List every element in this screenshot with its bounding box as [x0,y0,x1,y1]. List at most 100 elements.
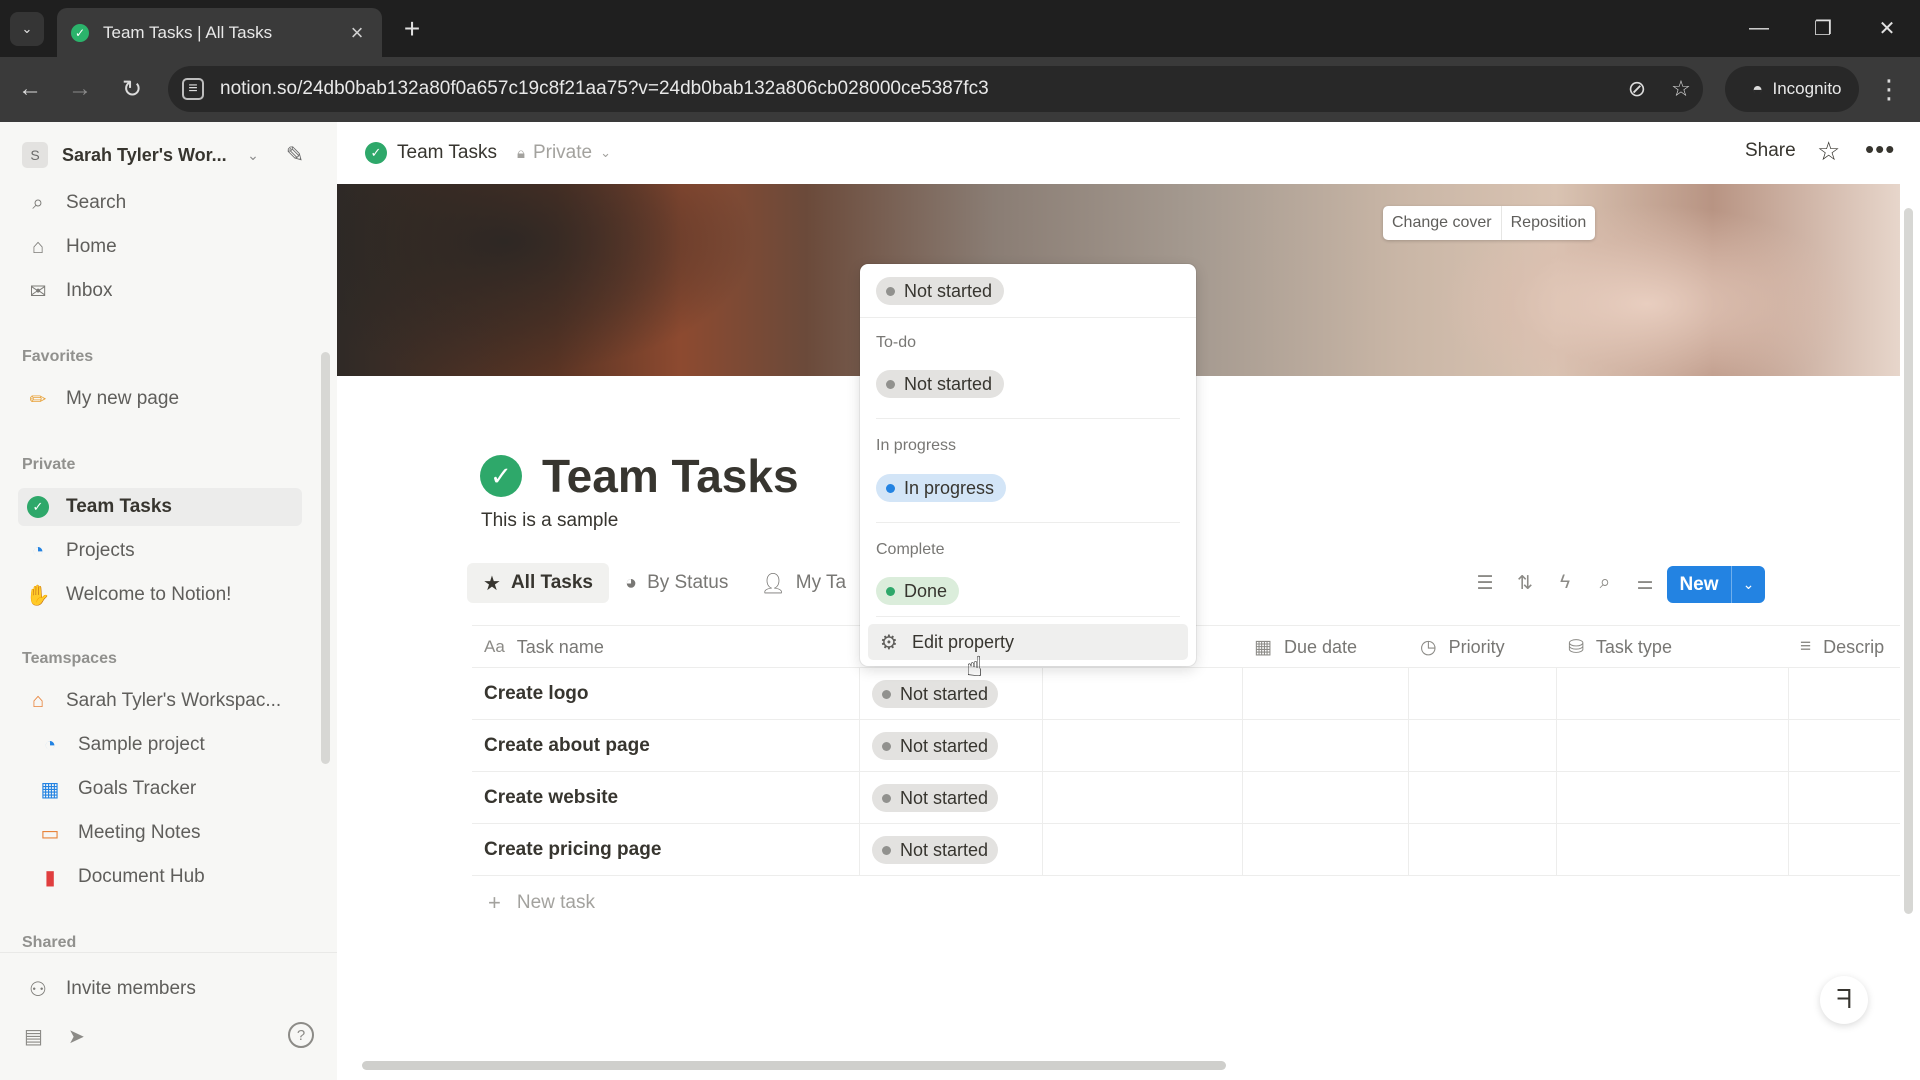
sidebar-item-goals-tracker[interactable]: ▦ Goals Tracker [30,770,302,808]
privacy-dropdown[interactable]: 🔒︎ Private ⌄ [517,142,611,164]
vertical-scrollbar[interactable] [1904,208,1913,914]
send-icon[interactable]: ➤ [68,1024,96,1049]
eye-slash-icon[interactable]: ⊘ [1615,76,1659,102]
column-description[interactable]: ≡ Descrip [1800,626,1884,668]
table-row[interactable]: Create about page Not started [472,720,1900,772]
task-name-cell[interactable]: Create website [484,772,618,824]
new-task-button[interactable]: + New task [488,888,595,918]
sidebar-item-document-hub[interactable]: ▮ Document Hub [30,858,302,896]
current-status-pill[interactable]: Not started [876,277,1005,305]
pencil-icon: ✏ [29,388,47,411]
sidebar-item-my-new-page[interactable]: ✏ My new page [18,380,302,418]
sort-icon[interactable]: ⇅ [1505,572,1545,595]
search-icon[interactable]: ⌕ [1585,572,1625,594]
section-teamspaces[interactable]: Teamspaces [22,650,117,668]
task-name-cell[interactable]: Create about page [484,720,650,772]
section-favorites[interactable]: Favorites [22,348,93,366]
sidebar-item-welcome[interactable]: ✋ Welcome to Notion! [18,576,302,614]
address-bar[interactable]: ≡ notion.so/24db0bab132a80f0a657c19c8f21… [168,66,1703,112]
status-pill[interactable]: Not started [872,732,999,760]
section-shared[interactable]: Shared [22,934,76,952]
sidebar-item-inbox[interactable]: ✉ Inbox [18,272,302,310]
more-options-icon[interactable]: ••• [1865,134,1895,165]
new-button[interactable]: New [1667,566,1731,603]
option-not-started[interactable]: Not started [876,370,1005,398]
sidebar-item-label: Inbox [66,280,113,301]
incognito-badge[interactable]: ◓ Incognito [1725,66,1859,112]
horizontal-scrollbar[interactable] [362,1061,1226,1070]
url-text[interactable]: notion.so/24db0bab132a80f0a657c19c8f21aa… [220,78,1615,100]
browser-menu-icon[interactable]: ⋮ [1872,71,1906,107]
page-description[interactable]: This is a sample [481,510,618,532]
restore-icon[interactable]: ❐ [1800,10,1846,46]
back-arrow-icon[interactable]: ← [12,71,48,107]
status-pill[interactable]: Not started [872,680,999,708]
status-pill[interactable]: Not started [872,784,999,812]
breadcrumb-title[interactable]: Team Tasks [397,142,497,164]
sidebar-item-teamspace[interactable]: ⌂ Sarah Tyler's Workspac... [18,682,302,720]
forward-arrow-icon[interactable]: → [62,71,98,107]
column-label: Due date [1283,636,1358,657]
tab-by-status[interactable]: ◕ By Status [609,563,744,603]
sidebar-item-invite-members[interactable]: ⚇ Invite members [18,970,302,1008]
browser-tab-active[interactable]: ✓ Team Tasks | All Tasks × [57,8,382,57]
tab-search-dropdown-icon[interactable]: ⌄ [10,12,44,46]
new-page-compose-icon[interactable]: ✎ [280,142,310,168]
option-in-progress[interactable]: In progress [876,474,1007,502]
edit-property-button[interactable]: ⚙ Edit property [868,624,1188,660]
new-record-button: New ⌄ [1667,566,1765,603]
column-due-date[interactable]: ▦ Due date [1254,626,1357,668]
option-done[interactable]: Done [876,577,960,605]
sidebar-item-meeting-notes[interactable]: ▭ Meeting Notes [30,814,302,852]
tab-all-tasks[interactable]: ★ All Tasks [467,563,609,603]
page-icon-check-circle-icon[interactable]: ✓ [480,455,522,497]
status-dot [886,483,895,493]
site-info-icon[interactable]: ≡ [182,78,204,100]
column-label: Task type [1595,636,1672,657]
sidebar-item-search[interactable]: ⌕ Search [18,184,302,222]
page-title[interactable]: Team Tasks [542,449,799,503]
search-icon: ⌕ [32,191,44,214]
sidebar-item-sample-project[interactable]: ◔ Sample project [30,726,302,764]
table-row[interactable]: Create website Not started [472,772,1900,824]
sidebar-item-projects[interactable]: ◔ Projects [18,532,302,570]
ai-assistant-icon[interactable]: ᖷ [1820,976,1868,1024]
tab-my-tasks[interactable]: 👤︎ My Ta [744,563,862,603]
automation-lightning-icon[interactable]: ϟ [1545,572,1585,594]
templates-icon[interactable]: ▤ [24,1024,52,1049]
column-task-name[interactable]: Aa Task name [484,626,604,668]
favorite-star-icon[interactable]: ☆ [1817,136,1840,167]
help-question-icon[interactable]: ? [288,1022,314,1048]
filter-icon[interactable]: ☰ [1465,572,1505,595]
bookmark-star-icon[interactable]: ☆ [1659,76,1703,102]
new-tab-plus-icon[interactable]: + [395,12,429,46]
workspace-switcher[interactable]: S Sarah Tyler's Wor... ⌄ ✎ [22,138,322,172]
reload-icon[interactable]: ↻ [114,71,150,107]
view-settings-icon[interactable]: ⚌ [1625,572,1665,595]
change-cover-button[interactable]: Change cover [1383,206,1501,240]
share-button[interactable]: Share [1745,140,1796,162]
minimize-icon[interactable]: — [1736,10,1782,46]
task-name-cell[interactable]: Create logo [484,668,589,720]
task-name-cell[interactable]: Create pricing page [484,824,661,876]
status-pill[interactable]: Not started [872,836,999,864]
sidebar-scrollbar[interactable] [321,352,330,764]
priority-icon: ◷ [1420,636,1437,658]
column-task-type[interactable]: ⛁ Task type [1568,626,1672,668]
group-divider [876,418,1180,419]
dropdown-current-value[interactable]: Not started [860,264,1196,318]
tab-close-icon[interactable]: × [346,20,368,46]
breadcrumb[interactable]: ✓ Team Tasks 🔒︎ Private ⌄ [365,138,611,168]
chevron-down-icon[interactable]: ⌄ [1731,566,1765,603]
sidebar-item-label: Sarah Tyler's Workspac... [66,690,282,711]
section-private[interactable]: Private [22,456,75,474]
sidebar-item-home[interactable]: ⌂ Home [18,228,302,266]
table-row[interactable]: Create logo Not started [472,668,1900,720]
reposition-button[interactable]: Reposition [1500,206,1596,240]
close-window-icon[interactable]: ✕ [1864,10,1910,46]
home-icon: ⌂ [31,235,45,258]
column-priority[interactable]: ◷ Priority [1420,626,1505,668]
table-row[interactable]: Create pricing page Not started [472,824,1900,876]
option-label: Done [904,580,948,601]
sidebar-item-team-tasks[interactable]: ✓ Team Tasks [18,488,302,526]
